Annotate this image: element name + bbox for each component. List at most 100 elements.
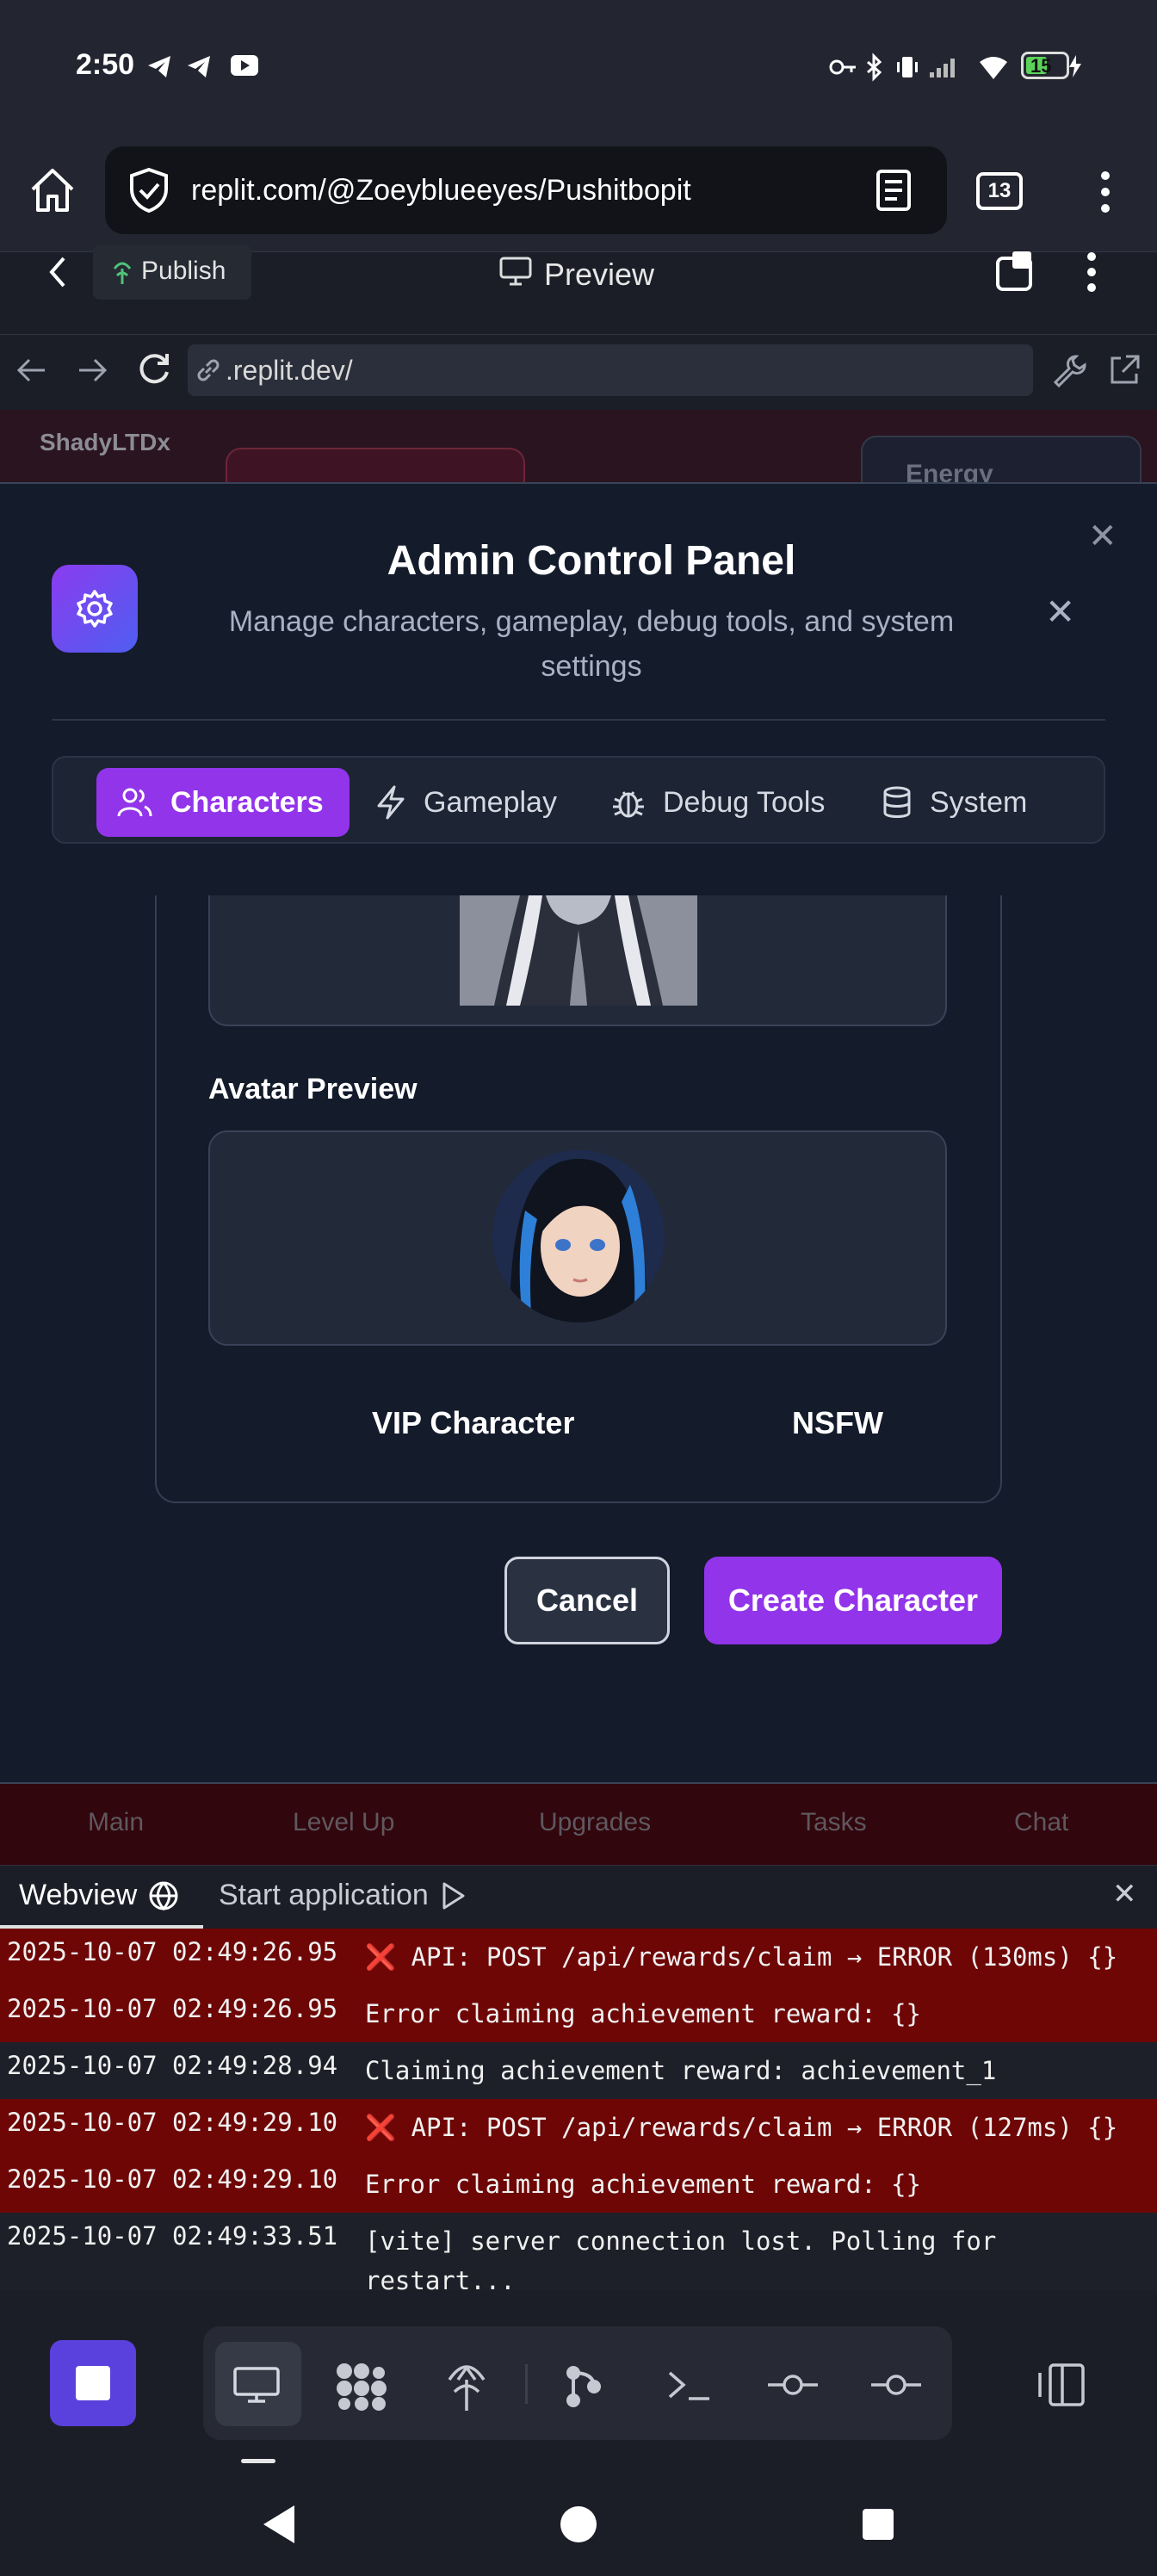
game-nav-chat[interactable]: Chat bbox=[1014, 1808, 1068, 1837]
recents-square-icon[interactable] bbox=[861, 2507, 895, 2542]
chevron-left-icon[interactable] bbox=[46, 255, 69, 289]
game-nav-tasks[interactable]: Tasks bbox=[801, 1808, 867, 1837]
agent-icon[interactable] bbox=[334, 2361, 387, 2411]
tab-label: Debug Tools bbox=[663, 785, 826, 819]
log-row: 2025-10-07 02:49:26.95 ❌ API: POST /api/r… bbox=[0, 1929, 1157, 1985]
log-timestamp: 2025-10-07 02:49:29.10 bbox=[7, 2108, 338, 2137]
log-timestamp: 2025-10-07 02:49:28.94 bbox=[7, 2051, 338, 2080]
url-text[interactable]: replit.com/@Zoeyblueeyes/Pushitbopit bbox=[191, 174, 691, 207]
stop-icon bbox=[76, 2366, 110, 2400]
log-message: ❌ API: POST /api/rewards/claim → ERROR (… bbox=[365, 2113, 1118, 2142]
avatar bbox=[492, 1150, 665, 1322]
active-tool-indicator bbox=[241, 2459, 275, 2463]
log-message: Claiming achievement reward: achievement… bbox=[365, 2056, 997, 2085]
tab-count-button[interactable]: 13 bbox=[976, 172, 1023, 210]
signal-icon bbox=[930, 59, 955, 77]
back-arrow-icon[interactable] bbox=[15, 356, 46, 384]
game-nav-upgrades[interactable]: Upgrades bbox=[539, 1808, 651, 1837]
log-row: 2025-10-07 02:49:26.95 Error claiming ach… bbox=[0, 1985, 1157, 2042]
nsfw-label[interactable]: NSFW bbox=[792, 1405, 883, 1441]
modal-close-icon[interactable]: ✕ bbox=[1045, 591, 1075, 633]
new-tab-icon[interactable] bbox=[995, 250, 1038, 293]
wifi-icon bbox=[980, 57, 1007, 79]
log-message: ❌ API: POST /api/rewards/claim → ERROR (… bbox=[365, 1942, 1118, 1972]
game-nav-main[interactable]: Main bbox=[88, 1808, 144, 1837]
game-username: ShadyLTDx bbox=[40, 429, 170, 455]
divider bbox=[52, 719, 1105, 721]
tab-debug-tools[interactable]: Debug Tools bbox=[611, 768, 825, 837]
notification-icons bbox=[148, 55, 258, 77]
reader-mode-icon[interactable] bbox=[875, 169, 914, 212]
forward-arrow-icon[interactable] bbox=[77, 356, 108, 384]
home-icon[interactable] bbox=[28, 165, 77, 215]
preview-title: Preview bbox=[544, 257, 655, 292]
tab-characters[interactable]: Characters bbox=[96, 768, 350, 837]
vpn-key-icon bbox=[829, 59, 856, 75]
log-row: 2025-10-07 02:49:29.10 Error claiming ach… bbox=[0, 2156, 1157, 2213]
battery-indicator: 15 bbox=[1021, 52, 1069, 79]
users-icon bbox=[117, 788, 152, 817]
log-row: 2025-10-07 02:49:33.51 [vite] server conn… bbox=[0, 2213, 1157, 2299]
more-vert-icon[interactable] bbox=[1083, 250, 1100, 294]
tab-label: System bbox=[930, 785, 1028, 819]
vip-character-label[interactable]: VIP Character bbox=[372, 1405, 574, 1441]
console-close-icon[interactable]: ✕ bbox=[1112, 1877, 1137, 1911]
deploy-icon[interactable] bbox=[444, 2357, 489, 2412]
commit-icon[interactable] bbox=[766, 2369, 820, 2400]
back-triangle-icon[interactable] bbox=[260, 2504, 296, 2545]
database-icon bbox=[883, 786, 911, 818]
telegram-icon bbox=[188, 56, 210, 77]
vibrate-icon bbox=[897, 57, 918, 77]
webview-url-text[interactable]: .replit.dev/ bbox=[226, 355, 353, 387]
refresh-icon[interactable] bbox=[136, 351, 172, 387]
log-timestamp: 2025-10-07 02:49:26.95 bbox=[7, 1994, 338, 2023]
tab-system[interactable]: System bbox=[882, 768, 1027, 837]
log-row: 2025-10-07 02:49:29.10 ❌ API: POST /api/r… bbox=[0, 2099, 1157, 2156]
wrench-icon[interactable] bbox=[1052, 353, 1086, 387]
log-timestamp: 2025-10-07 02:49:29.10 bbox=[7, 2164, 338, 2194]
tab-label: Characters bbox=[170, 785, 324, 819]
play-icon bbox=[442, 1882, 465, 1909]
modal-title: Admin Control Panel bbox=[387, 538, 796, 584]
git-icon[interactable] bbox=[563, 2362, 603, 2409]
tab-start-application[interactable]: Start application bbox=[219, 1879, 467, 1912]
create-character-button[interactable]: Create Character bbox=[704, 1557, 1002, 1644]
tab-label: Webview bbox=[19, 1879, 138, 1911]
log-message: Error claiming achievement reward: {} bbox=[365, 2170, 922, 2199]
terminal-icon[interactable] bbox=[666, 2368, 713, 2404]
bug-icon bbox=[613, 791, 644, 818]
system-status-icons bbox=[829, 53, 1007, 82]
character-image-preview bbox=[460, 895, 697, 1006]
tab-label: Start application bbox=[219, 1879, 429, 1911]
log-message: [vite] server connection lost. Polling f… bbox=[365, 2226, 997, 2295]
log-timestamp: 2025-10-07 02:49:26.95 bbox=[7, 1937, 338, 1966]
tab-webview[interactable]: Webview bbox=[19, 1879, 180, 1912]
charging-icon bbox=[1069, 55, 1081, 77]
publish-icon bbox=[113, 262, 132, 284]
game-nav-level-up[interactable]: Level Up bbox=[293, 1808, 394, 1837]
bluetooth-icon bbox=[867, 53, 882, 82]
admin-tabs: Characters Gameplay Debug Tools System bbox=[52, 756, 1105, 844]
lightning-icon bbox=[377, 785, 405, 820]
external-link-icon[interactable] bbox=[1107, 353, 1142, 387]
modal-subtitle: Manage characters, gameplay, debug tools… bbox=[228, 605, 955, 683]
log-message: Error claiming achievement reward: {} bbox=[365, 1999, 922, 2028]
log-row: 2025-10-07 02:49:28.94 Claiming achieveme… bbox=[0, 2042, 1157, 2099]
telegram-icon bbox=[148, 56, 170, 77]
commit-icon[interactable] bbox=[869, 2369, 923, 2400]
cancel-button[interactable]: Cancel bbox=[504, 1557, 670, 1644]
divider bbox=[525, 2364, 528, 2404]
home-circle-icon[interactable] bbox=[560, 2505, 597, 2543]
tab-gameplay[interactable]: Gameplay bbox=[375, 768, 557, 837]
monitor-icon bbox=[499, 257, 532, 286]
shield-check-icon[interactable] bbox=[127, 167, 170, 214]
stop-button[interactable] bbox=[50, 2340, 136, 2426]
panel-toggle-icon[interactable] bbox=[1036, 2362, 1086, 2407]
tab-label: Gameplay bbox=[424, 785, 557, 819]
more-vert-icon[interactable] bbox=[1095, 169, 1116, 215]
status-time: 2:50 bbox=[76, 48, 135, 81]
globe-icon bbox=[149, 1881, 178, 1910]
battery-level: 15 bbox=[1030, 55, 1052, 77]
monitor-icon[interactable] bbox=[232, 2366, 281, 2404]
publish-label: Publish bbox=[141, 257, 226, 285]
